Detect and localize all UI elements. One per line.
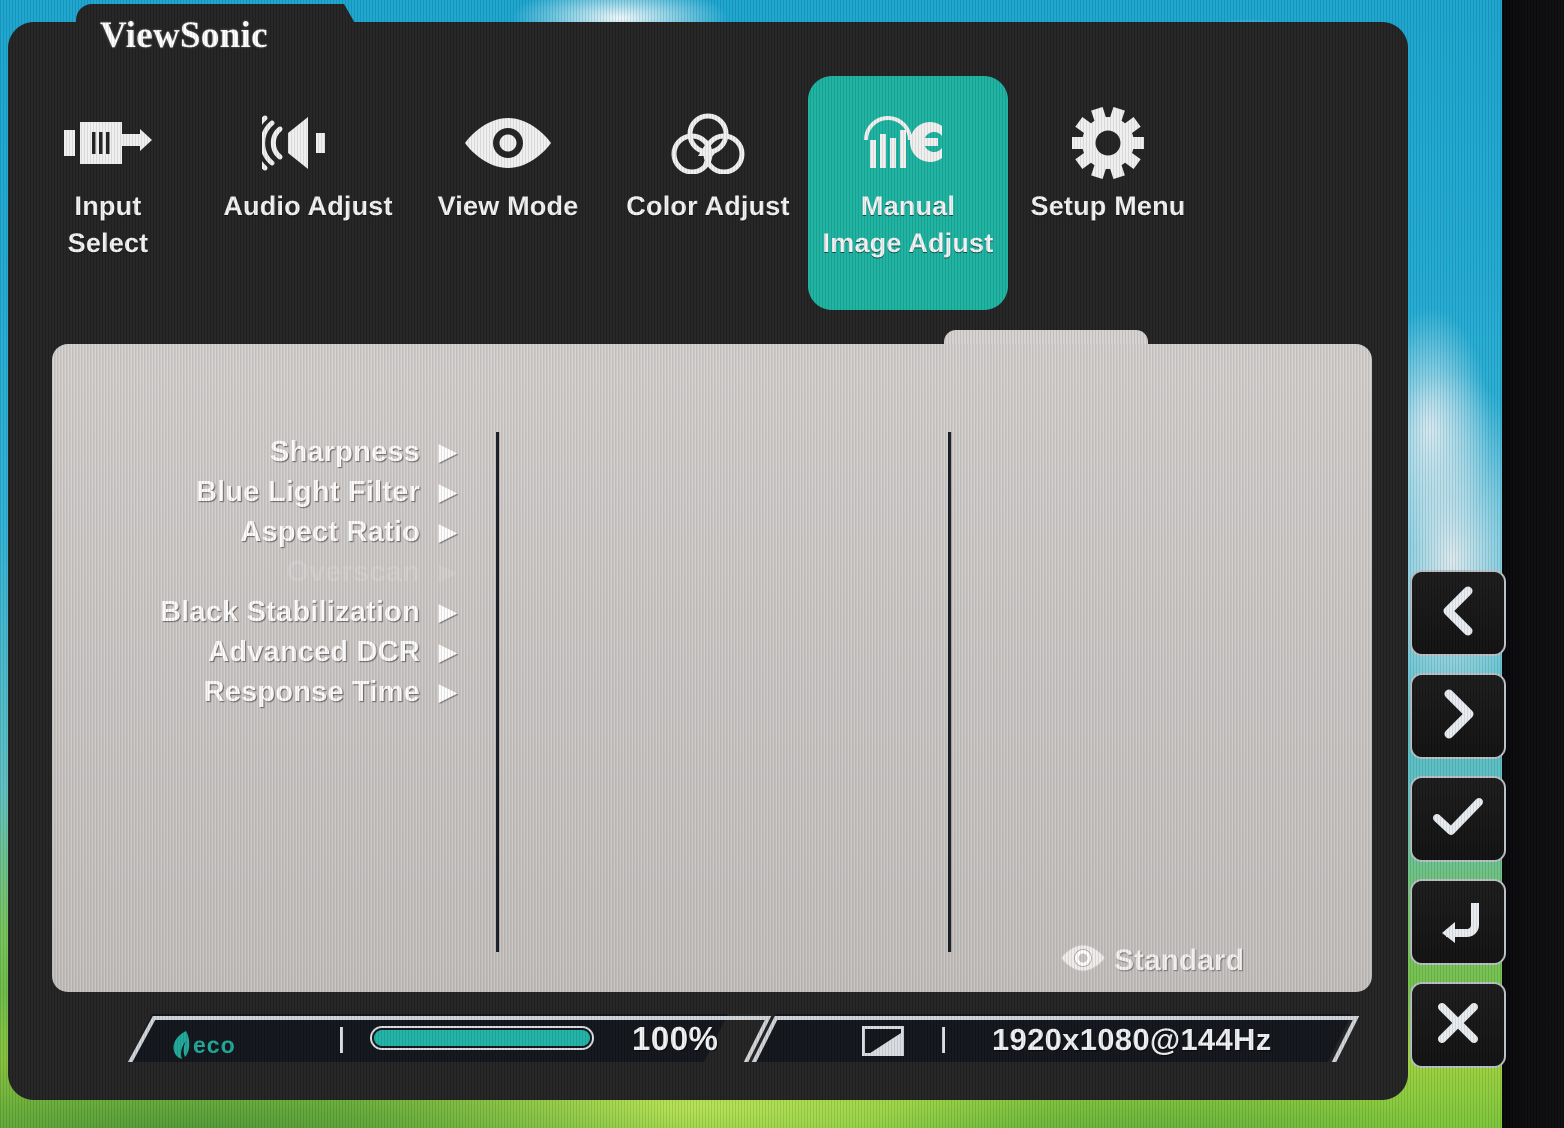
tab-label-input-select: Input Select: [67, 191, 149, 258]
tab-label-manual-image-adjust: Manual Image Adjust: [822, 191, 994, 258]
menu-item-advanced-dcr[interactable]: Advanced DCR ▶: [52, 632, 476, 672]
menu-item-label: Blue Light Filter: [195, 475, 420, 508]
hw-button-next[interactable]: [1410, 673, 1506, 759]
hw-button-prev[interactable]: [1410, 570, 1506, 656]
resolution-label: 1920x1080@144Hz: [992, 1022, 1272, 1057]
menu-item-label: Overscan: [286, 555, 420, 588]
close-x-icon: [1435, 1000, 1481, 1051]
tab-label-color-adjust: Color Adjust: [626, 191, 790, 221]
monitor-hardware-buttons[interactable]: [1410, 570, 1506, 1068]
contrast-square-icon[interactable]: [862, 1026, 904, 1056]
statusbar-divider-1: [340, 1027, 343, 1053]
tab-label-view-mode: View Mode: [437, 191, 579, 221]
eco-leaf-icon: [170, 1030, 192, 1060]
menu-item-aspect-ratio[interactable]: Aspect Ratio ▶: [52, 512, 476, 552]
menu-item-response-time[interactable]: Response Time ▶: [52, 672, 476, 712]
tab-audio-adjust[interactable]: Audio Adjust: [208, 76, 408, 310]
menu-item-label: Response Time: [203, 675, 420, 708]
chevron-right-icon: [1436, 688, 1480, 745]
column-divider-1: [496, 432, 499, 952]
column-divider-2: [948, 432, 951, 952]
chevron-right-icon: ▶: [438, 557, 458, 586]
sliders-wrench-icon: [860, 102, 956, 184]
menu-item-label: Aspect Ratio: [240, 515, 420, 548]
menu-item-blue-light-filter[interactable]: Blue Light Filter ▶: [52, 472, 476, 512]
viewmode-label: Standard: [1113, 943, 1244, 977]
viewmode-badge: Standard: [1060, 943, 1244, 978]
chevron-right-icon: ▶: [438, 597, 458, 626]
menu-item-overscan: Overscan ▶: [52, 552, 476, 592]
tab-input-select[interactable]: Input Select: [8, 76, 208, 310]
chevron-right-icon: ▶: [438, 677, 458, 706]
osd-statusbar: eco 100% 1920x1080@144Hz: [52, 1010, 1372, 1072]
brightness-slider-fill: [374, 1030, 590, 1046]
monitor-bezel-right: [1502, 0, 1564, 1128]
hw-button-exit[interactable]: [1410, 982, 1506, 1068]
check-icon: [1432, 795, 1484, 844]
tab-view-mode[interactable]: View Mode: [408, 76, 608, 310]
menu-item-label: Black Stabilization: [159, 595, 420, 628]
brightness-percent: 100%: [632, 1020, 719, 1057]
brightness-slider[interactable]: [370, 1026, 594, 1050]
input-connector-icon: [62, 102, 154, 184]
statusbar-divider-2: [942, 1027, 945, 1053]
tab-color-adjust[interactable]: Color Adjust: [608, 76, 808, 310]
osd-tabbar[interactable]: Input Select Audio Adjust View Mode Color…: [8, 76, 1408, 338]
eco-label: eco: [193, 1032, 236, 1058]
chevron-right-icon: ▶: [438, 637, 458, 666]
menu-item-sharpness[interactable]: Sharpness ▶: [52, 432, 476, 472]
eye-icon: [462, 102, 554, 184]
chevron-right-icon: ▶: [438, 517, 458, 546]
menu-item-black-stabilization[interactable]: Black Stabilization ▶: [52, 592, 476, 632]
return-arrow-icon: [1433, 897, 1483, 948]
menu-item-label: Advanced DCR: [208, 635, 420, 668]
tab-manual-image-adjust[interactable]: Manual Image Adjust: [808, 76, 1008, 310]
chevron-right-icon: ▶: [438, 437, 458, 466]
speaker-icon: [262, 102, 354, 184]
manual-image-adjust-menu[interactable]: Sharpness ▶ Blue Light Filter ▶ Aspect Ratio…: [52, 432, 476, 712]
eco-logo: eco: [170, 1030, 236, 1060]
menu-item-label: Sharpness: [269, 435, 420, 468]
chevron-right-icon: ▶: [438, 477, 458, 506]
gear-icon: [1070, 102, 1146, 184]
color-circles-icon: [665, 102, 751, 184]
hw-button-confirm[interactable]: [1410, 776, 1506, 862]
brand-logo-text: ViewSonic: [100, 15, 268, 56]
hw-button-back[interactable]: [1410, 879, 1506, 965]
osd-content-panel: Sharpness ▶ Blue Light Filter ▶ Aspect Ratio…: [52, 344, 1372, 992]
tab-setup-menu[interactable]: Setup Menu: [1008, 76, 1208, 310]
tab-label-audio-adjust: Audio Adjust: [223, 191, 393, 221]
tab-label-setup-menu: Setup Menu: [1030, 191, 1186, 221]
chevron-left-icon: [1436, 585, 1480, 642]
eye-icon: [1060, 943, 1106, 978]
osd-overlay: ViewSonic Input Select Audio Adjust View …: [8, 4, 1408, 1102]
